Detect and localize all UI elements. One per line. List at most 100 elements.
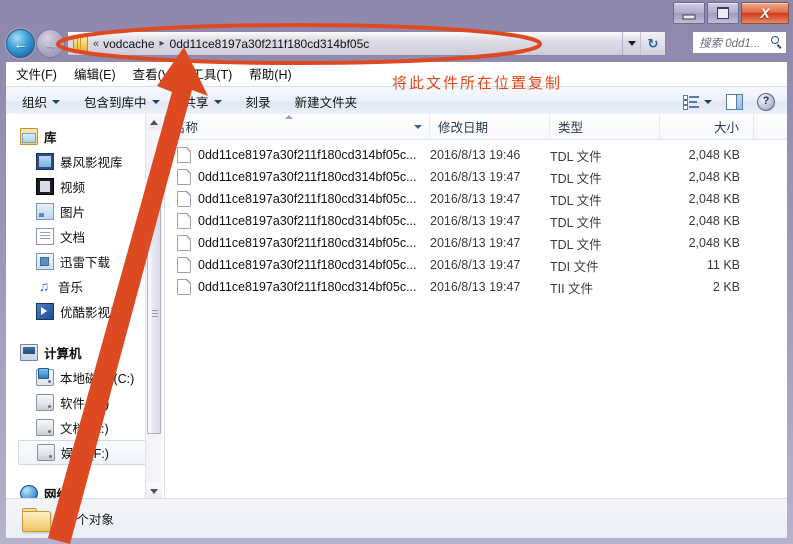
- chevron-down-icon: [52, 99, 61, 104]
- sidebar-item-label: 软件 (D:): [60, 397, 110, 411]
- file-name-label: 0dd11ce8197a30f211f180cd314bf05c...: [198, 170, 417, 184]
- maximize-button[interactable]: [707, 2, 739, 24]
- file-name-cell[interactable]: 0dd11ce8197a30f211f180cd314bf05c...: [165, 191, 430, 207]
- sidebar-item-videos[interactable]: 视频: [6, 174, 164, 199]
- file-name-cell[interactable]: 0dd11ce8197a30f211f180cd314bf05c...: [165, 169, 430, 185]
- file-name-cell[interactable]: 0dd11ce8197a30f211f180cd314bf05c...: [165, 147, 430, 163]
- command-toolbar: 组织 包含到库中 共享 刻录 新建文件夹 ?: [6, 86, 787, 117]
- table-row[interactable]: 0dd11ce8197a30f211f180cd314bf05c... 2016…: [165, 144, 787, 166]
- file-icon: [177, 191, 191, 207]
- breadcrumb[interactable]: « vodcache ▸ 0dd11ce8197a30f211f180cd314…: [68, 32, 623, 55]
- sidebar-item-thunder-download[interactable]: 迅雷下载: [6, 249, 164, 274]
- menu-item-help[interactable]: 帮助(H): [249, 64, 291, 83]
- sidebar-item-label: 文档: [60, 231, 86, 245]
- search-icon: [771, 36, 784, 49]
- sidebar-item-label: 图片: [60, 206, 86, 220]
- sidebar-item-label: 库: [44, 131, 57, 145]
- explorer-window: X ← → « vodcache ▸ 0dd11ce8197a30f211f18…: [0, 0, 793, 544]
- toolbar-burn-label: 刻录: [245, 96, 271, 110]
- content-split: 库 暴风影视库 视频 图片 文档 迅雷下载 ♫ 音乐 优酷影视库 计算机 本地磁…: [6, 114, 787, 499]
- file-size-cell: 11 KB: [706, 258, 740, 272]
- table-row[interactable]: 0dd11ce8197a30f211f180cd314bf05c... 2016…: [165, 166, 787, 188]
- sidebar-item-baofeng[interactable]: 暴风影视库: [6, 149, 164, 174]
- preview-pane-icon[interactable]: [726, 93, 743, 110]
- toolbar-new-folder[interactable]: 新建文件夹: [295, 92, 358, 111]
- breadcrumb-item-current[interactable]: 0dd11ce8197a30f211f180cd314bf05c: [170, 37, 370, 51]
- documents-icon: [36, 228, 54, 245]
- toolbar-share-label: 共享: [183, 96, 209, 110]
- address-bar[interactable]: « vodcache ▸ 0dd11ce8197a30f211f180cd314…: [67, 31, 666, 56]
- table-row[interactable]: 0dd11ce8197a30f211f180cd314bf05c... 2016…: [165, 254, 787, 276]
- file-list-pane: 名称 修改日期 类型 大小 0dd11ce8197a30f211f180cd31…: [165, 114, 787, 499]
- file-icon: [177, 147, 191, 163]
- sidebar-item-music[interactable]: ♫ 音乐: [6, 274, 164, 299]
- menu-item-tools[interactable]: 工具(T): [191, 64, 232, 83]
- refresh-button[interactable]: ↻: [640, 32, 665, 55]
- sidebar-item-network[interactable]: 网络: [6, 481, 164, 499]
- scroll-up-icon[interactable]: [146, 114, 162, 130]
- sidebar-item-drive-d[interactable]: 软件 (D:): [6, 390, 164, 415]
- file-size-cell: 2 KB: [712, 280, 740, 294]
- breadcrumb-overflow[interactable]: «: [92, 38, 103, 50]
- scroll-down-icon[interactable]: [146, 483, 162, 499]
- chevron-down-icon[interactable]: [414, 124, 422, 129]
- window-controls: X: [673, 2, 789, 24]
- file-type-cell: TDL 文件: [550, 149, 602, 164]
- menu-item-view[interactable]: 查看(V): [133, 64, 175, 83]
- toolbar-share[interactable]: 共享: [184, 92, 222, 111]
- refresh-icon: ↻: [647, 35, 659, 51]
- table-row[interactable]: 0dd11ce8197a30f211f180cd314bf05c... 2016…: [165, 276, 787, 298]
- address-dropdown-button[interactable]: [623, 32, 640, 55]
- breadcrumb-separator[interactable]: ▸: [155, 38, 170, 49]
- menu-item-edit[interactable]: 编辑(E): [74, 64, 116, 83]
- sidebar-item-youku[interactable]: 优酷影视库: [6, 299, 164, 324]
- sidebar-item-libraries[interactable]: 库: [6, 124, 164, 149]
- file-name-label: 0dd11ce8197a30f211f180cd314bf05c...: [198, 236, 417, 250]
- sidebar-item-drive-e[interactable]: 文档 (E:): [6, 415, 164, 440]
- sidebar-item-label: 暴风影视库: [60, 156, 123, 170]
- sidebar-item-computer[interactable]: 计算机: [6, 340, 164, 365]
- chevron-down-icon: [704, 99, 712, 104]
- toolbar-burn[interactable]: 刻录: [246, 92, 271, 111]
- scrollbar-thumb[interactable]: [147, 192, 161, 434]
- sidebar-item-drive-f[interactable]: 娱乐 (F:): [18, 440, 158, 465]
- column-header-type[interactable]: 类型: [550, 114, 660, 139]
- column-header-size[interactable]: 大小: [660, 114, 754, 139]
- sidebar-item-documents[interactable]: 文档: [6, 224, 164, 249]
- table-row[interactable]: 0dd11ce8197a30f211f180cd314bf05c... 2016…: [165, 188, 787, 210]
- search-input[interactable]: 搜索 0dd1...: [699, 35, 771, 51]
- file-type-cell: TDL 文件: [550, 193, 602, 208]
- sidebar-scrollbar[interactable]: [145, 114, 162, 499]
- file-date-cell: 2016/8/13 19:47: [430, 214, 521, 228]
- file-type-cell: TDI 文件: [550, 259, 599, 274]
- music-icon: ♫: [38, 278, 50, 294]
- file-name-cell[interactable]: 0dd11ce8197a30f211f180cd314bf05c...: [165, 213, 430, 229]
- column-header-date[interactable]: 修改日期: [430, 114, 550, 139]
- forward-button[interactable]: →: [36, 29, 65, 58]
- help-icon[interactable]: ?: [757, 92, 775, 111]
- column-header-name[interactable]: 名称: [165, 114, 430, 139]
- sort-ascending-icon: [285, 115, 293, 119]
- sidebar-item-drive-c[interactable]: 本地磁盘 (C:): [6, 365, 164, 390]
- menu-item-file[interactable]: 文件(F): [16, 64, 57, 83]
- file-name-label: 0dd11ce8197a30f211f180cd314bf05c...: [198, 192, 417, 206]
- toolbar-organize[interactable]: 组织: [22, 92, 61, 111]
- file-name-cell[interactable]: 0dd11ce8197a30f211f180cd314bf05c...: [165, 235, 430, 251]
- sidebar-item-pictures[interactable]: 图片: [6, 199, 164, 224]
- file-name-cell[interactable]: 0dd11ce8197a30f211f180cd314bf05c...: [165, 257, 430, 273]
- close-button[interactable]: X: [741, 2, 789, 24]
- minimize-button[interactable]: [673, 2, 705, 24]
- view-list-icon: [683, 94, 699, 110]
- breadcrumb-item-vodcache[interactable]: vodcache: [103, 37, 154, 51]
- search-box[interactable]: 搜索 0dd1...: [692, 31, 787, 54]
- back-button[interactable]: ←: [6, 29, 35, 58]
- file-name-cell[interactable]: 0dd11ce8197a30f211f180cd314bf05c...: [165, 279, 430, 295]
- folder-icon: [73, 35, 88, 52]
- table-row[interactable]: 0dd11ce8197a30f211f180cd314bf05c... 2016…: [165, 232, 787, 254]
- view-mode-button[interactable]: [683, 94, 712, 110]
- back-arrow-icon: ←: [13, 35, 28, 52]
- toolbar-include-in-library[interactable]: 包含到库中: [84, 92, 160, 111]
- table-row[interactable]: 0dd11ce8197a30f211f180cd314bf05c... 2016…: [165, 210, 787, 232]
- computer-icon: [20, 344, 38, 361]
- client-area: 文件(F) 编辑(E) 查看(V) 工具(T) 帮助(H) 组织 包含到库中 共…: [6, 62, 787, 538]
